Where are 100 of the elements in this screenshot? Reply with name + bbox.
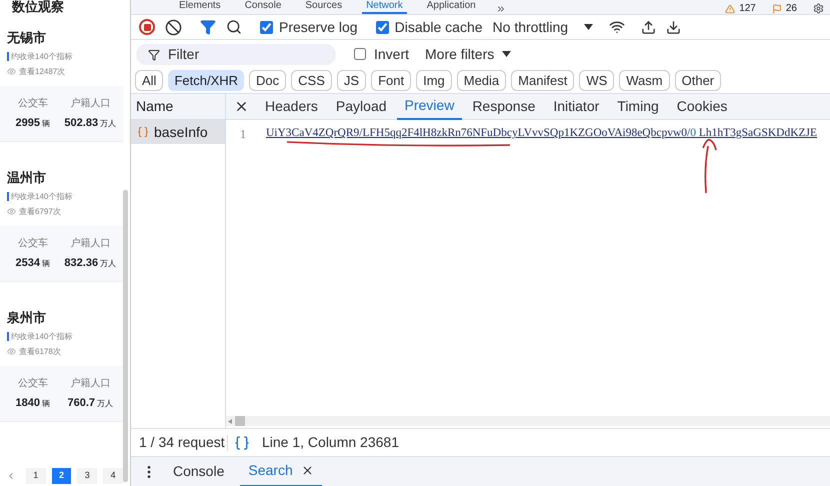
upload-icon[interactable] bbox=[641, 20, 656, 34]
horizontal-scrollbar[interactable] bbox=[226, 416, 830, 426]
view-count: 查看6178次 bbox=[19, 346, 61, 358]
stat-label: 户籍人口 bbox=[69, 376, 112, 390]
request-count: 1 / 34 request bbox=[138, 433, 226, 452]
record-stop-icon[interactable] bbox=[139, 19, 155, 35]
throttling-dropdown[interactable]: No throttling bbox=[492, 16, 594, 38]
type-filter-chip[interactable]: JS bbox=[336, 70, 366, 91]
indicator-count: 约收录140个指标 bbox=[11, 190, 72, 202]
accent-bar-icon bbox=[7, 332, 9, 341]
detail-tab[interactable]: Initiator bbox=[545, 94, 608, 120]
detail-tab[interactable]: Preview bbox=[396, 94, 462, 120]
drawer-tab[interactable]: Search bbox=[240, 456, 322, 486]
filter-icon bbox=[148, 48, 160, 60]
scroll-left-icon[interactable] bbox=[228, 418, 232, 424]
line-number: 1 bbox=[239, 126, 247, 143]
cursor-position: Line 1, Column 23681 bbox=[262, 433, 399, 452]
stat-label: 户籍人口 bbox=[69, 96, 112, 110]
page-button[interactable]: 1 bbox=[26, 468, 46, 484]
stat-unit: 辆 bbox=[42, 258, 50, 270]
city-name: 泉州市 bbox=[7, 309, 47, 327]
stat-unit: 万人 bbox=[100, 258, 116, 270]
detail-tab[interactable]: Payload bbox=[328, 94, 395, 120]
issue-count[interactable]: 26 bbox=[786, 3, 797, 14]
close-icon[interactable] bbox=[234, 99, 249, 114]
accent-bar-icon bbox=[7, 52, 9, 61]
type-filter-chip[interactable]: Fetch/XHR bbox=[168, 70, 244, 91]
type-filter-chip[interactable]: Doc bbox=[249, 70, 286, 91]
type-filter-chip[interactable]: Img bbox=[416, 70, 452, 91]
panel-tab[interactable]: Application bbox=[422, 0, 480, 14]
caret-down-icon bbox=[584, 24, 594, 30]
eye-icon bbox=[7, 207, 16, 216]
stat-value: 1840 bbox=[16, 396, 40, 410]
stat-value: 2534 bbox=[16, 256, 40, 270]
city-name: 无锡市 bbox=[7, 29, 47, 47]
network-settings-icon[interactable] bbox=[609, 19, 626, 35]
more-tabs-icon[interactable] bbox=[496, 4, 506, 14]
checkbox-label: Disable cache bbox=[394, 18, 483, 36]
settings-icon[interactable] bbox=[813, 3, 824, 14]
scrollbar[interactable] bbox=[123, 190, 128, 482]
scrollbar-thumb[interactable] bbox=[235, 416, 245, 426]
detail-tab[interactable]: Timing bbox=[609, 94, 667, 120]
indicator-count: 约收录140个指标 bbox=[11, 330, 72, 342]
close-icon[interactable] bbox=[300, 464, 314, 477]
type-filter-chip[interactable]: Font bbox=[371, 70, 412, 91]
page-title: 数位观察 bbox=[10, 0, 65, 16]
eye-icon bbox=[7, 347, 16, 356]
page-button[interactable]: 2 bbox=[52, 468, 72, 484]
panel-tab[interactable]: Sources bbox=[301, 0, 346, 14]
stat-value: 2995 bbox=[16, 116, 40, 130]
flag-icon bbox=[772, 4, 782, 14]
accent-bar-icon bbox=[7, 192, 9, 201]
stat-label: 公交车 bbox=[16, 236, 49, 250]
panel-tab[interactable]: Elements bbox=[175, 0, 225, 14]
detail-tab[interactable]: Response bbox=[464, 94, 544, 120]
column-header[interactable]: Name bbox=[131, 94, 225, 120]
stat-label: 公交车 bbox=[16, 376, 49, 390]
type-filter-chip[interactable]: All bbox=[135, 70, 164, 91]
panel-tab[interactable]: Console bbox=[240, 0, 286, 14]
pretty-print-icon[interactable] bbox=[227, 434, 250, 450]
indicator-count: 约收录140个指标 bbox=[11, 50, 72, 62]
type-filter-chip[interactable]: Manifest bbox=[511, 70, 574, 91]
city-name: 温州市 bbox=[7, 169, 47, 187]
clear-icon[interactable] bbox=[165, 18, 182, 36]
type-filter-chip[interactable]: Media bbox=[456, 70, 506, 91]
download-icon[interactable] bbox=[666, 20, 682, 34]
detail-tab[interactable]: Cookies bbox=[668, 94, 736, 120]
checkbox-label: Preserve log bbox=[279, 18, 358, 37]
braces-icon bbox=[137, 126, 149, 138]
eye-icon bbox=[7, 67, 16, 76]
stat-value: 760.7 bbox=[67, 396, 96, 410]
stat-unit: 万人 bbox=[97, 398, 114, 410]
caret-down-icon bbox=[502, 51, 512, 57]
view-count: 查看6797次 bbox=[19, 206, 61, 218]
checkbox[interactable] bbox=[354, 48, 366, 60]
search-icon[interactable] bbox=[226, 19, 242, 35]
warning-icon bbox=[725, 4, 736, 14]
stat-unit: 万人 bbox=[100, 118, 116, 130]
detail-tab[interactable]: Headers bbox=[257, 94, 326, 120]
view-count: 查看12487次 bbox=[19, 66, 66, 78]
page-button[interactable]: 3 bbox=[77, 468, 98, 484]
page-button[interactable]: 4 bbox=[103, 468, 123, 484]
type-filter-chip[interactable]: WS bbox=[579, 70, 614, 91]
panel-tab[interactable]: Network bbox=[362, 0, 407, 14]
stat-label: 户籍人口 bbox=[69, 236, 112, 250]
type-filter-chip[interactable]: Other bbox=[674, 70, 722, 91]
warning-count[interactable]: 127 bbox=[739, 3, 756, 14]
type-filter-chip[interactable]: CSS bbox=[291, 70, 332, 91]
request-row[interactable]: baseInfo bbox=[131, 120, 225, 144]
annotation-arrow-drawing bbox=[702, 138, 718, 194]
stat-label: 公交车 bbox=[16, 96, 49, 110]
drawer-tab[interactable]: Console bbox=[165, 456, 232, 486]
filter-icon[interactable] bbox=[200, 19, 216, 35]
stat-unit: 辆 bbox=[42, 118, 50, 130]
more-filters-dropdown[interactable]: More filters bbox=[425, 44, 512, 64]
type-filter-chip[interactable]: Wasm bbox=[619, 70, 670, 91]
checkbox[interactable] bbox=[260, 20, 273, 34]
stat-value: 502.83 bbox=[64, 116, 98, 130]
filter-field[interactable]: Filter bbox=[136, 44, 336, 64]
checkbox[interactable] bbox=[376, 20, 389, 34]
